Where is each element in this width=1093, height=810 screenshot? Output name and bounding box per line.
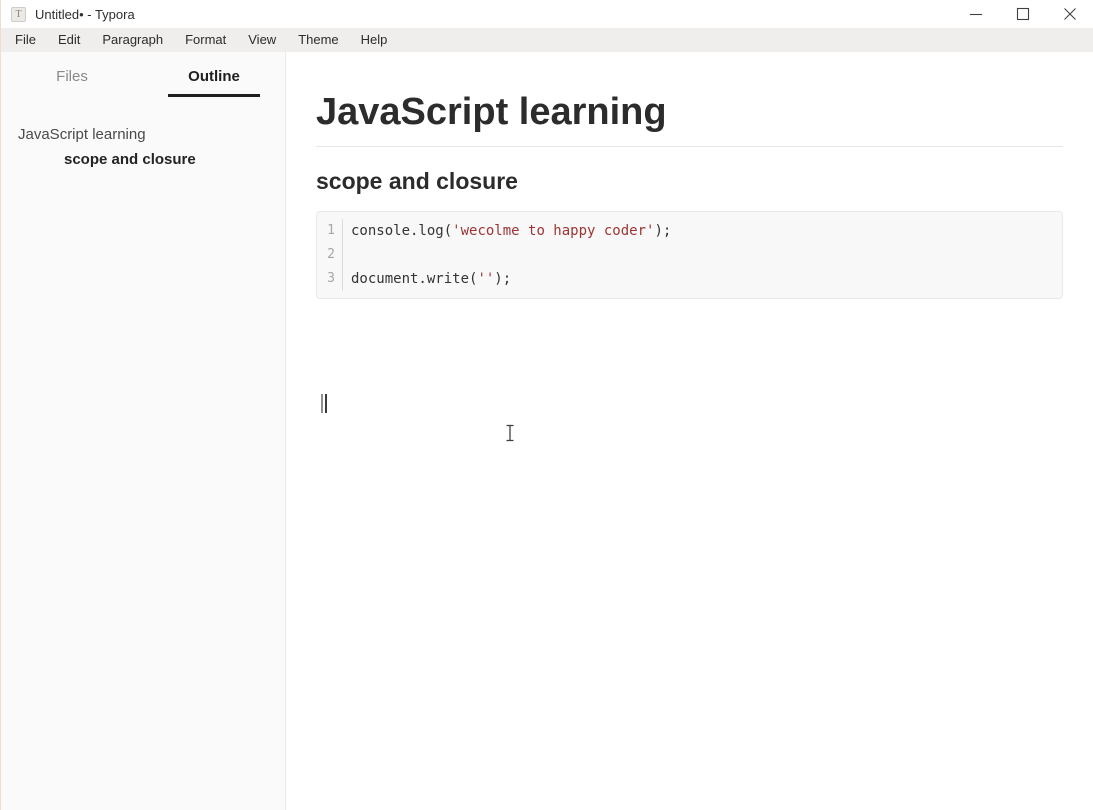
code-line[interactable]: 1 console.log('wecolme to happy coder'); bbox=[317, 219, 1062, 243]
document-h1[interactable]: JavaScript learning bbox=[316, 90, 1063, 147]
window-controls bbox=[952, 0, 1093, 28]
maximize-button[interactable] bbox=[999, 0, 1046, 28]
menu-item-help[interactable]: Help bbox=[350, 28, 399, 52]
menu-item-view[interactable]: View bbox=[237, 28, 287, 52]
menu-item-edit[interactable]: Edit bbox=[47, 28, 91, 52]
content-row: Files Outline JavaScript learning scope … bbox=[1, 52, 1093, 810]
tab-files-label: Files bbox=[56, 68, 88, 94]
code-line[interactable]: 2 bbox=[317, 243, 1062, 267]
text-caret bbox=[321, 394, 329, 413]
line-number: 2 bbox=[317, 243, 343, 267]
caret-blink-bar bbox=[325, 394, 327, 413]
code-line[interactable]: 3 document.write(''); bbox=[317, 267, 1062, 291]
minimize-button[interactable] bbox=[952, 0, 999, 28]
menu-bar: File Edit Paragraph Format View Theme He… bbox=[1, 28, 1093, 52]
code-text: console.log('wecolme to happy coder'); bbox=[343, 219, 671, 243]
menu-item-format[interactable]: Format bbox=[174, 28, 237, 52]
code-text bbox=[343, 243, 351, 267]
close-button[interactable] bbox=[1046, 0, 1093, 28]
ibeam-cursor-icon bbox=[505, 424, 515, 442]
close-icon bbox=[1063, 7, 1077, 21]
line-number: 1 bbox=[317, 219, 343, 243]
menu-item-file[interactable]: File bbox=[4, 28, 47, 52]
typora-app-icon: T bbox=[11, 7, 26, 22]
minimize-icon bbox=[969, 7, 983, 21]
outline-item-scope-and-closure[interactable]: scope and closure bbox=[1, 151, 285, 168]
code-text: document.write(''); bbox=[343, 267, 511, 291]
line-number: 3 bbox=[317, 267, 343, 291]
code-block[interactable]: 1 console.log('wecolme to happy coder');… bbox=[316, 211, 1063, 299]
menu-item-paragraph[interactable]: Paragraph bbox=[91, 28, 174, 52]
caret-placeholder-bar bbox=[321, 394, 323, 413]
menu-item-theme[interactable]: Theme bbox=[287, 28, 349, 52]
tab-outline-label: Outline bbox=[168, 68, 260, 97]
tab-outline[interactable]: Outline bbox=[143, 68, 285, 107]
outline-list: JavaScript learning scope and closure bbox=[1, 126, 285, 168]
app-icon-letter: T bbox=[15, 9, 21, 20]
document-h2[interactable]: scope and closure bbox=[316, 166, 1063, 196]
titlebar: T Untitled• - Typora bbox=[1, 0, 1093, 28]
sidebar: Files Outline JavaScript learning scope … bbox=[1, 52, 286, 810]
sidebar-tabs: Files Outline bbox=[1, 68, 285, 107]
maximize-icon bbox=[1016, 7, 1030, 21]
window-title: Untitled• - Typora bbox=[35, 7, 135, 22]
outline-item-javascript-learning[interactable]: JavaScript learning bbox=[1, 126, 285, 143]
tab-files[interactable]: Files bbox=[1, 68, 143, 107]
editor-area[interactable]: JavaScript learning scope and closure 1 … bbox=[286, 52, 1093, 810]
